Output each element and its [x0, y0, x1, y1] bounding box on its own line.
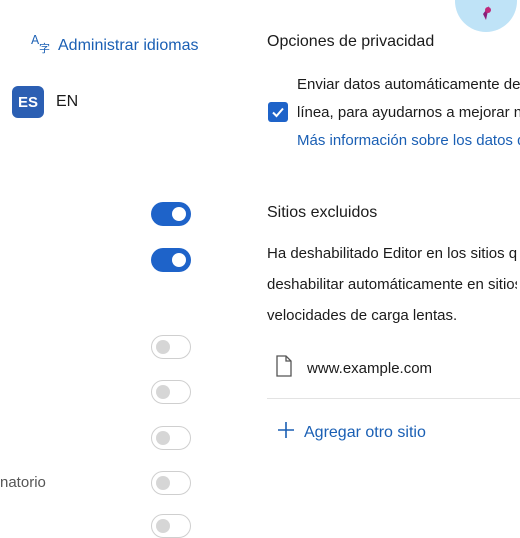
toggle-switch-3[interactable]	[151, 335, 191, 359]
document-icon	[275, 355, 293, 381]
toggle-switch-1[interactable]	[151, 202, 191, 226]
add-site-button[interactable]: Agregar otro sitio	[276, 420, 426, 445]
toggle-switch-7[interactable]	[151, 514, 191, 538]
excluded-sites-title: Sitios excluidos	[267, 204, 378, 221]
privacy-description: Enviar datos automáticamente de di línea…	[297, 71, 520, 155]
translate-icon: A 字	[30, 32, 52, 59]
privacy-line-1: Enviar datos automáticamente de di	[297, 76, 520, 93]
privacy-line-2: línea, para ayudarnos a mejorar nue	[297, 104, 520, 121]
site-url: www.example.com	[307, 359, 433, 377]
excluded-line-3: velocidades de carga lentas.	[267, 307, 458, 324]
divider	[267, 398, 520, 399]
avatar-figure-icon	[483, 6, 491, 20]
excluded-line-1: Ha deshabilitado Editor en los sitios qu…	[267, 245, 517, 262]
manage-languages-link[interactable]: A 字 Administrar idiomas	[30, 32, 198, 59]
language-item: ES EN	[12, 86, 78, 118]
language-badge: ES	[12, 86, 44, 118]
privacy-section-title: Opciones de privacidad	[267, 33, 435, 50]
excluded-line-2: deshabilitar automáticamente en sitios a	[267, 276, 517, 293]
excluded-site-row: www.example.com	[267, 343, 520, 393]
language-code: EN	[56, 93, 79, 110]
toggle-switch-6[interactable]	[151, 471, 191, 495]
send-data-checkbox[interactable]	[268, 102, 288, 122]
profile-avatar[interactable]	[455, 0, 517, 32]
excluded-sites-description: Ha deshabilitado Editor en los sitios qu…	[267, 238, 517, 331]
plus-icon	[276, 420, 296, 445]
checkmark-icon	[272, 107, 284, 118]
add-site-label: Agregar otro sitio	[304, 423, 426, 441]
manage-languages-label: Administrar idiomas	[58, 36, 199, 54]
setting-label-truncated: natorio	[0, 474, 46, 491]
toggle-switch-2[interactable]	[151, 248, 191, 272]
privacy-learn-more-link[interactable]: Más información sobre los datos d	[297, 127, 520, 155]
toggle-switch-5[interactable]	[151, 426, 191, 450]
svg-text:字: 字	[39, 41, 50, 54]
toggle-switch-4[interactable]	[151, 380, 191, 404]
